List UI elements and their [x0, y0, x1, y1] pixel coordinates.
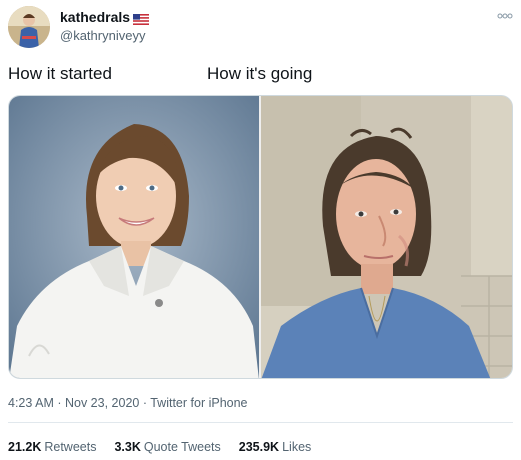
author-handle[interactable]: @kathryniveyy [60, 28, 149, 43]
stat-count: 3.3K [114, 440, 141, 454]
stat-retweets[interactable]: 21.2K Retweets [8, 440, 96, 454]
display-name-text: kathedrals [60, 9, 131, 25]
more-dots-icon[interactable] [497, 8, 513, 22]
stat-label: Likes [282, 440, 312, 454]
before-photo[interactable] [9, 96, 259, 378]
after-photo[interactable] [261, 96, 512, 378]
tweet-stats: 21.2K Retweets 3.3K Quote Tweets 235.9K Lik… [8, 440, 311, 454]
stat-count: 21.2K [8, 440, 42, 454]
tweet-header: kathedrals @kathryniveyy [8, 6, 513, 48]
us-flag-icon [133, 12, 150, 25]
tweet-source[interactable]: Twitter for iPhone [150, 396, 247, 410]
stat-label: Retweets [44, 440, 97, 454]
meta-separator: · [53, 396, 65, 410]
tweet-meta: 4:23 AM · Nov 23, 2020 · Twitter for iPh… [8, 396, 248, 410]
tweet-text-right: How it's going [207, 64, 313, 83]
stat-quote-tweets[interactable]: 3.3K Quote Tweets [114, 440, 220, 454]
divider [8, 422, 513, 423]
author-names: kathedrals @kathryniveyy [60, 9, 150, 43]
tweet-text: How it started How it's going [8, 64, 513, 88]
tweet-time[interactable]: 4:23 AM [8, 396, 54, 410]
tweet-media[interactable] [8, 95, 513, 379]
tweet-date[interactable]: Nov 23, 2020 [65, 396, 139, 410]
author-display-name[interactable]: kathedrals [60, 9, 150, 25]
stat-likes[interactable]: 235.9K Likes [239, 440, 312, 454]
avatar[interactable] [8, 6, 50, 48]
stat-count: 235.9K [238, 440, 280, 454]
meta-separator: · [139, 396, 151, 410]
tweet-text-left: How it started [8, 64, 112, 83]
stat-label: Quote Tweets [143, 440, 221, 454]
